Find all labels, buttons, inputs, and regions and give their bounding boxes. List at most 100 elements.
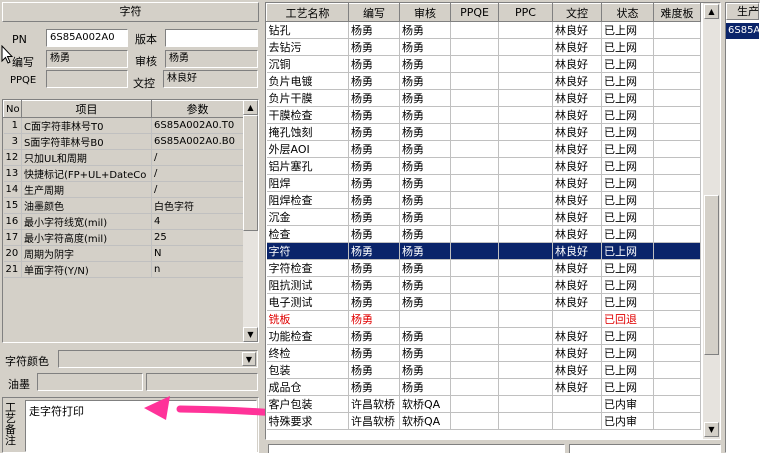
- grid-cell[interactable]: [653, 72, 701, 90]
- version-field[interactable]: [165, 29, 258, 47]
- ppqe-field[interactable]: [46, 70, 128, 88]
- grid-cell[interactable]: 杨勇: [348, 276, 400, 294]
- scroll-up-icon[interactable]: ▲: [243, 100, 258, 115]
- grid-cell[interactable]: [450, 140, 499, 158]
- grid-row[interactable]: 铝片塞孔 杨勇 杨勇 林良好 已上网: [266, 157, 701, 175]
- grid-cell[interactable]: 铣板: [266, 310, 349, 328]
- grid-header-cell[interactable]: PPC: [498, 3, 553, 22]
- param-scrollbar[interactable]: ▲ ▼: [243, 100, 258, 342]
- grid-row[interactable]: 检查 杨勇 杨勇 林良好 已上网: [266, 225, 701, 243]
- grid-cell[interactable]: [498, 259, 553, 277]
- grid-header-cell[interactable]: PPQE: [450, 3, 499, 22]
- grid-cell[interactable]: 包装: [266, 361, 349, 379]
- grid-cell[interactable]: [653, 89, 701, 107]
- grid-cell[interactable]: 林良好: [552, 378, 602, 396]
- grid-row[interactable]: 去钻污 杨勇 杨勇 林良好 已上网: [266, 38, 701, 56]
- grid-scrollbar[interactable]: ▲ ▼: [703, 3, 720, 439]
- grid-scroll-thumb[interactable]: [704, 195, 719, 355]
- grid-cell[interactable]: 杨勇: [348, 293, 400, 311]
- grid-cell[interactable]: [498, 174, 553, 192]
- grid-cell[interactable]: 杨勇: [399, 242, 451, 260]
- grid-cell[interactable]: 已上网: [601, 174, 654, 192]
- grid-cell[interactable]: 许昌软桥: [348, 395, 400, 413]
- grid-cell[interactable]: [653, 106, 701, 124]
- grid-cell[interactable]: [552, 310, 602, 328]
- grid-cell[interactable]: 已上网: [601, 225, 654, 243]
- grid-cell[interactable]: [653, 174, 701, 192]
- pn-field[interactable]: 6S85A002A0: [46, 29, 128, 47]
- grid-row[interactable]: 铣板 杨勇 已回退: [266, 310, 701, 328]
- grid-cell[interactable]: [498, 310, 553, 328]
- grid-cell[interactable]: [450, 38, 499, 56]
- grid-cell[interactable]: 林良好: [552, 21, 602, 39]
- grid-cell[interactable]: [498, 344, 553, 362]
- grid-cell[interactable]: [498, 106, 553, 124]
- param-row[interactable]: 17 最小字符高度(mil) 25: [3, 229, 244, 246]
- grid-cell[interactable]: 杨勇: [348, 208, 400, 226]
- param-header-value[interactable]: 参数: [151, 100, 244, 118]
- grid-cell[interactable]: 许昌软桥: [348, 412, 400, 430]
- grid-cell[interactable]: [653, 157, 701, 175]
- grid-cell[interactable]: 林良好: [552, 123, 602, 141]
- grid-cell[interactable]: 杨勇: [348, 225, 400, 243]
- grid-cell[interactable]: 杨勇: [399, 293, 451, 311]
- grid-cell[interactable]: 钻孔: [266, 21, 349, 39]
- grid-cell[interactable]: [498, 225, 553, 243]
- grid-cell[interactable]: 软桥QA: [399, 395, 451, 413]
- grid-cell[interactable]: [450, 225, 499, 243]
- param-value[interactable]: N: [151, 245, 244, 262]
- grid-cell[interactable]: 已上网: [601, 344, 654, 362]
- grid-cell[interactable]: 杨勇: [348, 55, 400, 73]
- param-value[interactable]: /: [151, 149, 244, 166]
- grid-cell[interactable]: 负片干膜: [266, 89, 349, 107]
- grid-cell[interactable]: 特殊要求: [266, 412, 349, 430]
- grid-row[interactable]: 负片干膜 杨勇 杨勇 林良好 已上网: [266, 89, 701, 107]
- param-value[interactable]: 白色字符: [151, 197, 244, 214]
- param-row[interactable]: 21 单面字符(Y/N) n: [3, 261, 244, 278]
- param-row[interactable]: 20 周期为阴字 N: [3, 245, 244, 262]
- grid-cell[interactable]: [450, 208, 499, 226]
- grid-cell[interactable]: [498, 327, 553, 345]
- param-row[interactable]: 12 只加UL和周期 /: [3, 149, 244, 166]
- grid-cell[interactable]: [450, 55, 499, 73]
- grid-row[interactable]: 终检 杨勇 杨勇 林良好 已上网: [266, 344, 701, 362]
- grid-cell[interactable]: [653, 191, 701, 209]
- grid-cell[interactable]: 杨勇: [348, 72, 400, 90]
- grid-cell[interactable]: [653, 55, 701, 73]
- grid-cell[interactable]: 杨勇: [348, 140, 400, 158]
- grid-cell[interactable]: 沉铜: [266, 55, 349, 73]
- grid-cell[interactable]: 林良好: [552, 38, 602, 56]
- grid-cell[interactable]: [653, 293, 701, 311]
- grid-cell[interactable]: 已上网: [601, 38, 654, 56]
- grid-cell[interactable]: [653, 123, 701, 141]
- grid-cell[interactable]: [653, 242, 701, 260]
- param-header-item[interactable]: 项目: [21, 100, 152, 118]
- param-row[interactable]: 13 快捷标记(FP+UL+DateCo /: [3, 165, 244, 182]
- grid-cell[interactable]: 林良好: [552, 208, 602, 226]
- grid-cell[interactable]: 电子测试: [266, 293, 349, 311]
- grid-row[interactable]: 钻孔 杨勇 杨勇 林良好 已上网: [266, 21, 701, 39]
- grid-cell[interactable]: [552, 412, 602, 430]
- grid-cell[interactable]: 检查: [266, 225, 349, 243]
- grid-cell[interactable]: [498, 378, 553, 396]
- grid-cell[interactable]: 杨勇: [348, 106, 400, 124]
- grid-cell[interactable]: [498, 293, 553, 311]
- grid-cell[interactable]: 杨勇: [399, 208, 451, 226]
- grid-cell[interactable]: [653, 412, 701, 430]
- grid-cell[interactable]: 林良好: [552, 140, 602, 158]
- grid-cell[interactable]: 负片电镀: [266, 72, 349, 90]
- scroll-thumb[interactable]: [243, 115, 258, 231]
- grid-cell[interactable]: 已上网: [601, 123, 654, 141]
- grid-row[interactable]: 成品仓 杨勇 杨勇 林良好 已上网: [266, 378, 701, 396]
- grid-cell[interactable]: 杨勇: [348, 259, 400, 277]
- grid-cell[interactable]: 已上网: [601, 242, 654, 260]
- grid-cell[interactable]: 杨勇: [399, 106, 451, 124]
- grid-cell[interactable]: 杨勇: [348, 89, 400, 107]
- chevron-down-icon[interactable]: ▼: [242, 352, 256, 366]
- grid-cell[interactable]: 已上网: [601, 191, 654, 209]
- param-value[interactable]: n: [151, 261, 244, 278]
- grid-cell[interactable]: 已内审: [601, 412, 654, 430]
- grid-cell[interactable]: 成品仓: [266, 378, 349, 396]
- grid-cell[interactable]: [498, 157, 553, 175]
- grid-cell[interactable]: 已上网: [601, 89, 654, 107]
